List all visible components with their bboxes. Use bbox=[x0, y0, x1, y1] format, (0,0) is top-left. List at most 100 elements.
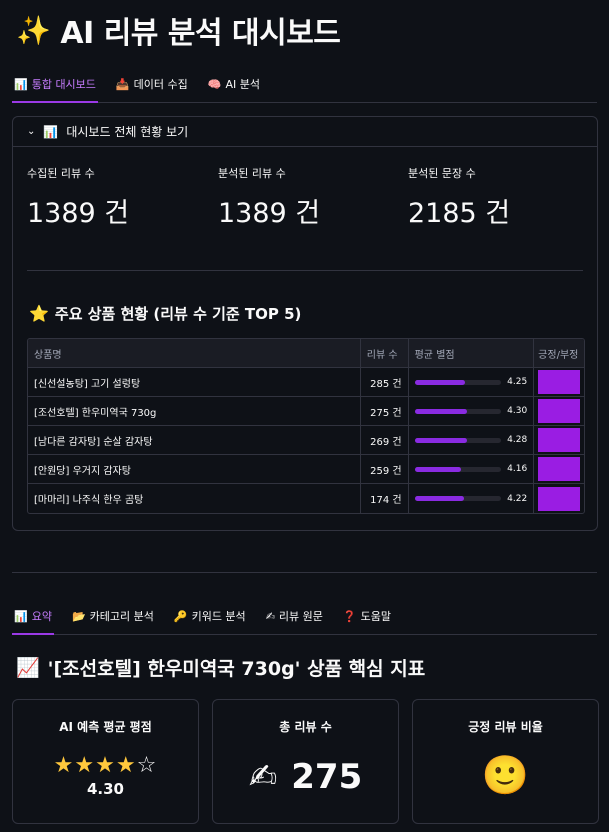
card-title: 총 리뷰 수 bbox=[279, 720, 332, 734]
star-filled-icon: ★ bbox=[95, 753, 116, 778]
tab-label: 키워드 분석 bbox=[191, 610, 246, 623]
star-empty-icon: ☆ bbox=[136, 753, 158, 778]
bar-chart-icon: 📊 bbox=[14, 77, 28, 91]
question-icon: ❓ bbox=[342, 609, 357, 623]
rating-cell: 4.30 bbox=[409, 397, 535, 425]
rating-bar-fill bbox=[414, 466, 461, 472]
writing-hand-icon: ✍ bbox=[265, 609, 275, 623]
brain-icon: 🧠 bbox=[207, 77, 222, 91]
rating-bar bbox=[414, 408, 502, 414]
table-row[interactable]: [안원당] 우거지 감자탕 259 건 4.16 bbox=[28, 455, 584, 484]
metric-value: 1389 건 bbox=[27, 198, 130, 229]
top-products-table[interactable]: 상품명 리뷰 수 평균 별점 긍정/부정 [신선설농탕] 고기 설렁탕 285 건… bbox=[27, 338, 585, 514]
rating-cell: 4.22 bbox=[409, 484, 535, 513]
review-count: 174 건 bbox=[361, 484, 409, 513]
tab-label: 도움말 bbox=[360, 610, 391, 623]
key-icon: 🔑 bbox=[173, 609, 188, 623]
rating-bar-fill bbox=[414, 408, 468, 414]
tab-category[interactable]: 📂 카테고리 분석 bbox=[70, 608, 156, 634]
table-row[interactable]: [조선호텔] 한우미역국 730g 275 건 4.30 bbox=[28, 397, 584, 426]
tab-raw-reviews[interactable]: ✍ 리뷰 원문 bbox=[264, 608, 325, 634]
rating-bar-fill bbox=[414, 437, 467, 443]
tab-label: AI 분석 bbox=[225, 78, 260, 91]
tab-ai-analysis[interactable]: 🧠 AI 분석 bbox=[206, 76, 262, 102]
column-header-rating[interactable]: 평균 별점 bbox=[409, 339, 535, 367]
metric-analyzed-reviews: 분석된 리뷰 수 1389 건 bbox=[218, 165, 320, 230]
product-name: [신선설농탕] 고기 설렁탕 bbox=[28, 368, 361, 396]
sentiment-cell bbox=[534, 397, 584, 425]
tab-help[interactable]: ❓ 도움말 bbox=[341, 608, 393, 634]
tab-label: 통합 대시보드 bbox=[31, 78, 96, 91]
card-title: 긍정 리뷰 비율 bbox=[468, 720, 543, 734]
bar-chart-icon: 📊 bbox=[14, 609, 28, 623]
product-name: [남다른 감자탕] 순살 감자탕 bbox=[28, 426, 361, 454]
review-count: 275 건 bbox=[361, 397, 409, 425]
table-row[interactable]: [신선설농탕] 고기 설렁탕 285 건 4.25 bbox=[28, 368, 584, 397]
tab-label: 데이터 수집 bbox=[133, 78, 188, 91]
rating-cell: 4.16 bbox=[409, 455, 535, 483]
metric-collected: 수집된 리뷰 수 1389 건 bbox=[27, 165, 129, 230]
sentiment-bar bbox=[538, 370, 580, 394]
smiling-face-icon: 🙂 bbox=[481, 753, 530, 797]
bar-chart-icon: 📊 bbox=[43, 124, 59, 139]
expander-header[interactable]: ⌄ 📊 대시보드 전체 현황 보기 bbox=[13, 117, 597, 147]
product-section-title-text: '[조선호텔] 한우미역국 730g' 상품 핵심 지표 bbox=[47, 658, 426, 680]
sentiment-bar bbox=[538, 457, 580, 481]
folder-icon: 📂 bbox=[71, 609, 86, 623]
rating-text: 4.16 bbox=[507, 464, 528, 474]
top-products-title: 주요 상품 현황 (리뷰 수 기준 TOP 5) bbox=[54, 305, 302, 323]
rating-bar bbox=[414, 437, 502, 443]
rating-text: 4.22 bbox=[507, 493, 528, 504]
metric-value: 2185 건 bbox=[408, 198, 511, 229]
tab-label: 리뷰 원문 bbox=[278, 610, 323, 623]
metric-analyzed-sentences: 분석된 문장 수 2185 건 bbox=[408, 165, 510, 230]
expander-label: 대시보드 전체 현황 보기 bbox=[66, 125, 189, 139]
review-count: 269 건 bbox=[361, 426, 409, 454]
rating-bar bbox=[414, 496, 502, 501]
writing-hand-icon: ✍ bbox=[248, 757, 278, 797]
review-count: 285 건 bbox=[361, 368, 409, 396]
tab-data-collection[interactable]: 📥 데이터 수집 bbox=[114, 76, 190, 102]
rating-cell: 4.28 bbox=[409, 426, 535, 454]
star-filled-icon: ★ bbox=[53, 753, 75, 778]
sentiment-bar bbox=[538, 399, 580, 423]
rating-bar bbox=[414, 379, 502, 385]
table-row[interactable]: [남다른 감자탕] 순살 감자탕 269 건 4.28 bbox=[28, 426, 584, 455]
rating-card: AI 예측 평균 평점 ★★★★☆ 4.30 bbox=[12, 699, 199, 824]
rating-cell: 4.25 bbox=[409, 368, 535, 396]
rating-bar-fill bbox=[414, 496, 464, 501]
analysis-tabs: 📊 요약 📂 카테고리 분석 🔑 키워드 분석 ✍ 리뷰 원문 ❓ 도움말 bbox=[12, 608, 597, 635]
top-products-heading: ⭐ 주요 상품 현황 (리뷰 수 기준 TOP 5) bbox=[29, 303, 301, 324]
tab-label: 요약 bbox=[31, 610, 52, 623]
product-name: [조선호텔] 한우미역국 730g bbox=[28, 397, 361, 425]
rating-text: 4.28 bbox=[507, 435, 528, 445]
chart-increasing-icon: 📈 bbox=[16, 657, 40, 679]
table-row[interactable]: [마마리] 나주식 한우 곰탕 174 건 4.22 bbox=[28, 484, 584, 513]
tab-dashboard[interactable]: 📊 통합 대시보드 bbox=[12, 76, 98, 103]
tab-label: 카테고리 분석 bbox=[89, 610, 154, 623]
column-header-reviews[interactable]: 리뷰 수 bbox=[361, 339, 409, 367]
sentiment-bar bbox=[538, 428, 580, 452]
divider bbox=[27, 270, 583, 271]
product-section-title: 📈 '[조선호텔] 한우미역국 730g' 상품 핵심 지표 bbox=[16, 654, 425, 681]
review-count: 259 건 bbox=[361, 455, 409, 483]
metric-label: 수집된 리뷰 수 bbox=[27, 167, 95, 180]
rating-text: 4.30 bbox=[507, 406, 528, 416]
page-title: ✨ AI 리뷰 분석 대시보드 bbox=[16, 8, 341, 52]
rating-bar-fill bbox=[414, 379, 466, 385]
metric-value: 1389 건 bbox=[218, 198, 321, 229]
star-filled-icon: ★ bbox=[74, 753, 96, 778]
column-header-name[interactable]: 상품명 bbox=[28, 339, 361, 367]
rating-bar bbox=[414, 466, 502, 472]
rating-text: 4.25 bbox=[507, 377, 528, 387]
tab-summary[interactable]: 📊 요약 bbox=[12, 608, 54, 635]
dashboard-overview-expander: ⌄ 📊 대시보드 전체 현황 보기 수집된 리뷰 수 1389 건 분석된 리뷰… bbox=[12, 116, 598, 531]
tab-keyword[interactable]: 🔑 키워드 분석 bbox=[172, 608, 248, 634]
main-tabs: 📊 통합 대시보드 📥 데이터 수집 🧠 AI 분석 bbox=[12, 76, 597, 103]
column-header-sentiment[interactable]: 긍정/부정 bbox=[534, 339, 584, 367]
star-rating: ★★★★☆ bbox=[13, 753, 198, 778]
product-name: [마마리] 나주식 한우 곰탕 bbox=[28, 484, 361, 513]
positive-ratio-card: 긍정 리뷰 비율 🙂 bbox=[412, 699, 599, 824]
card-title: AI 예측 평균 평점 bbox=[59, 720, 152, 734]
inbox-tray-icon: 📥 bbox=[115, 77, 130, 91]
